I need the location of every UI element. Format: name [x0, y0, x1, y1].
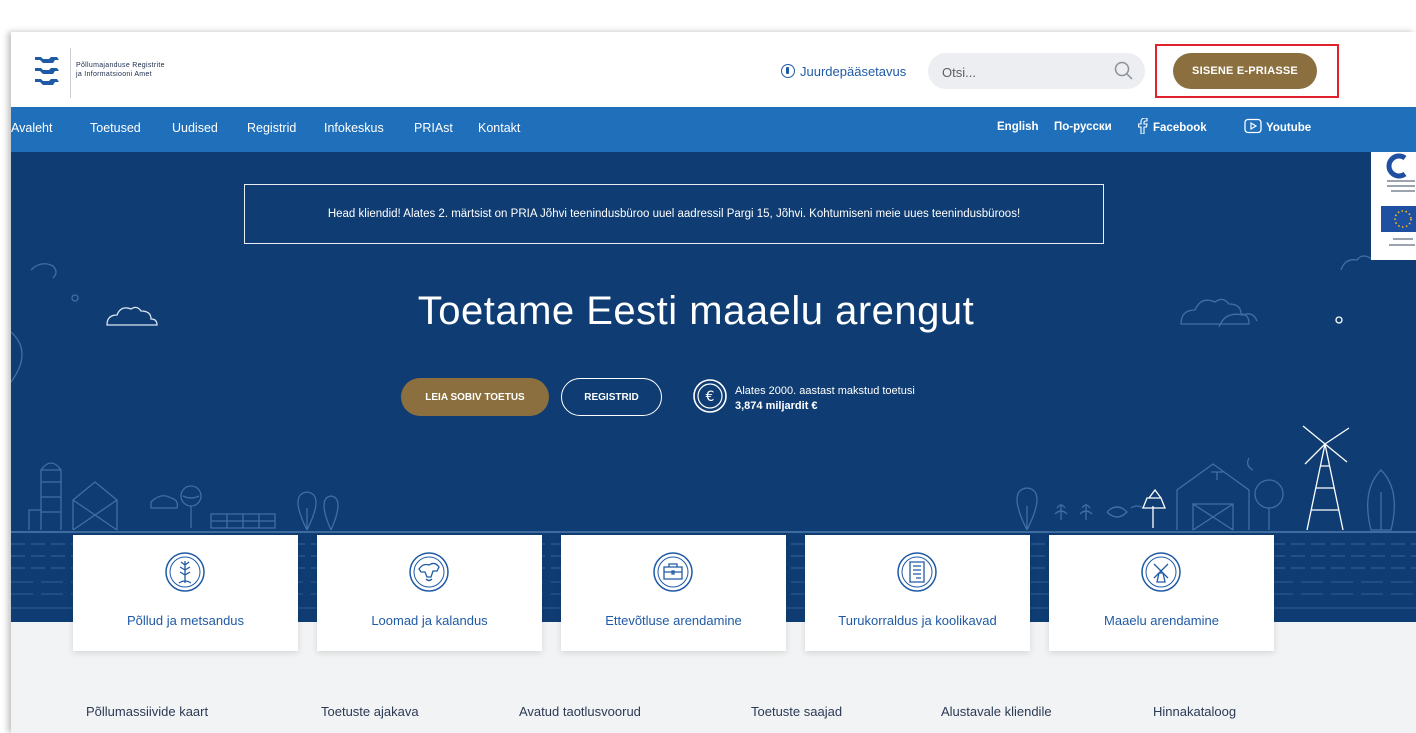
svg-text:€: €	[706, 389, 715, 405]
accessibility-icon	[781, 64, 795, 78]
category-card-animals[interactable]: Loomad ja kalandus	[317, 535, 542, 651]
category-card-business[interactable]: Ettevõtluse arendamine	[561, 535, 786, 651]
stat-value: 3,874 miljardit €	[735, 400, 818, 412]
stat-caption: Alates 2000. aastast makstud toetusi	[735, 385, 915, 397]
nav-item-registrid[interactable]: Registrid	[247, 121, 296, 135]
logo-line-2: ja Informatsiooni Amet	[76, 71, 152, 78]
animals-icon	[409, 552, 449, 592]
search-input[interactable]	[940, 61, 1114, 83]
hero-title: Toetame Eesti maaelu arengut	[417, 289, 975, 333]
quick-link-schedule[interactable]: Toetuste ajakava	[321, 704, 419, 719]
youtube-label: Youtube	[1266, 122, 1312, 134]
briefcase-icon	[653, 552, 693, 592]
nav-item-avaleht[interactable]: Avaleht	[11, 121, 52, 135]
accessibility-label: Juurdepääsetavus	[800, 63, 907, 79]
search-box	[928, 53, 1145, 89]
wheat-icon	[165, 552, 205, 592]
category-label: Ettevõtluse arendamine	[605, 613, 742, 628]
quick-link-open-rounds[interactable]: Avatud taotlusvoorud	[519, 704, 641, 719]
quick-link-price-catalogue[interactable]: Hinnakataloog	[1153, 704, 1236, 719]
lang-english[interactable]: English	[997, 121, 1039, 133]
category-card-market[interactable]: Turukorraldus ja koolikavad	[805, 535, 1030, 651]
coat-of-arms-logo-icon[interactable]	[33, 54, 65, 90]
windmill-icon	[1141, 552, 1181, 592]
category-label: Põllud ja metsandus	[126, 613, 245, 628]
notice-text: Head kliendid! Alates 2. märtsist on PRI…	[327, 208, 1021, 220]
site-header: Põllumajanduse Registrite ja Informatsio…	[11, 32, 1416, 107]
nav-item-infokeskus[interactable]: Infokeskus	[324, 121, 384, 135]
main-nav: Avaleht Toetused Uudised Registrid Infok…	[11, 107, 1416, 152]
facebook-icon	[1138, 117, 1148, 135]
category-label: Turukorraldus ja koolikavad	[838, 613, 997, 628]
category-card-fields[interactable]: Põllud ja metsandus	[73, 535, 298, 651]
payments-stat: Alates 2000. aastast makstud toetusi 3,8…	[735, 384, 915, 414]
youtube-link[interactable]: Youtube	[1244, 118, 1311, 134]
category-label: Loomad ja kalandus	[371, 613, 488, 628]
youtube-icon	[1244, 118, 1262, 134]
logo-divider	[70, 48, 71, 98]
logo-wordmark[interactable]: Põllumajanduse Registrite ja Informatsio…	[76, 61, 165, 79]
eu-logo-icon	[1381, 153, 1416, 246]
nav-item-priast[interactable]: PRIAst	[414, 121, 453, 135]
notice-banner[interactable]: Head kliendid! Alates 2. märtsist on PRI…	[244, 184, 1104, 244]
category-label: Maaelu arendamine	[1104, 613, 1219, 628]
facebook-link[interactable]: Facebook	[1137, 117, 1207, 135]
logo-line-1: Põllumajanduse Registrite	[76, 62, 165, 69]
quick-link-new-client[interactable]: Alustavale kliendile	[941, 704, 1052, 719]
nav-item-uudised[interactable]: Uudised	[172, 121, 218, 135]
find-support-button[interactable]: LEIA SOBIV TOETUS	[401, 378, 549, 416]
lang-russian[interactable]: По-русски	[1054, 121, 1112, 133]
login-e-pria-button[interactable]: SISENE E-PRIASSE	[1173, 53, 1317, 89]
search-icon[interactable]	[1113, 60, 1135, 82]
euro-coin-icon: €	[693, 379, 727, 413]
document-icon	[897, 552, 937, 592]
quick-link-recipients[interactable]: Toetuste saajad	[751, 704, 842, 719]
eu-funding-logo	[1371, 152, 1416, 260]
facebook-label: Facebook	[1153, 122, 1207, 134]
browser-page: Põllumajanduse Registrite ja Informatsio…	[11, 32, 1416, 733]
nav-item-toetused[interactable]: Toetused	[90, 121, 141, 135]
accessibility-link[interactable]: Juurdepääsetavus	[781, 61, 906, 81]
registers-button[interactable]: REGISTRID	[561, 378, 662, 416]
nav-item-kontakt[interactable]: Kontakt	[478, 121, 520, 135]
quick-link-field-map[interactable]: Põllumassiivide kaart	[86, 704, 208, 719]
category-card-rural[interactable]: Maaelu arendamine	[1049, 535, 1274, 651]
